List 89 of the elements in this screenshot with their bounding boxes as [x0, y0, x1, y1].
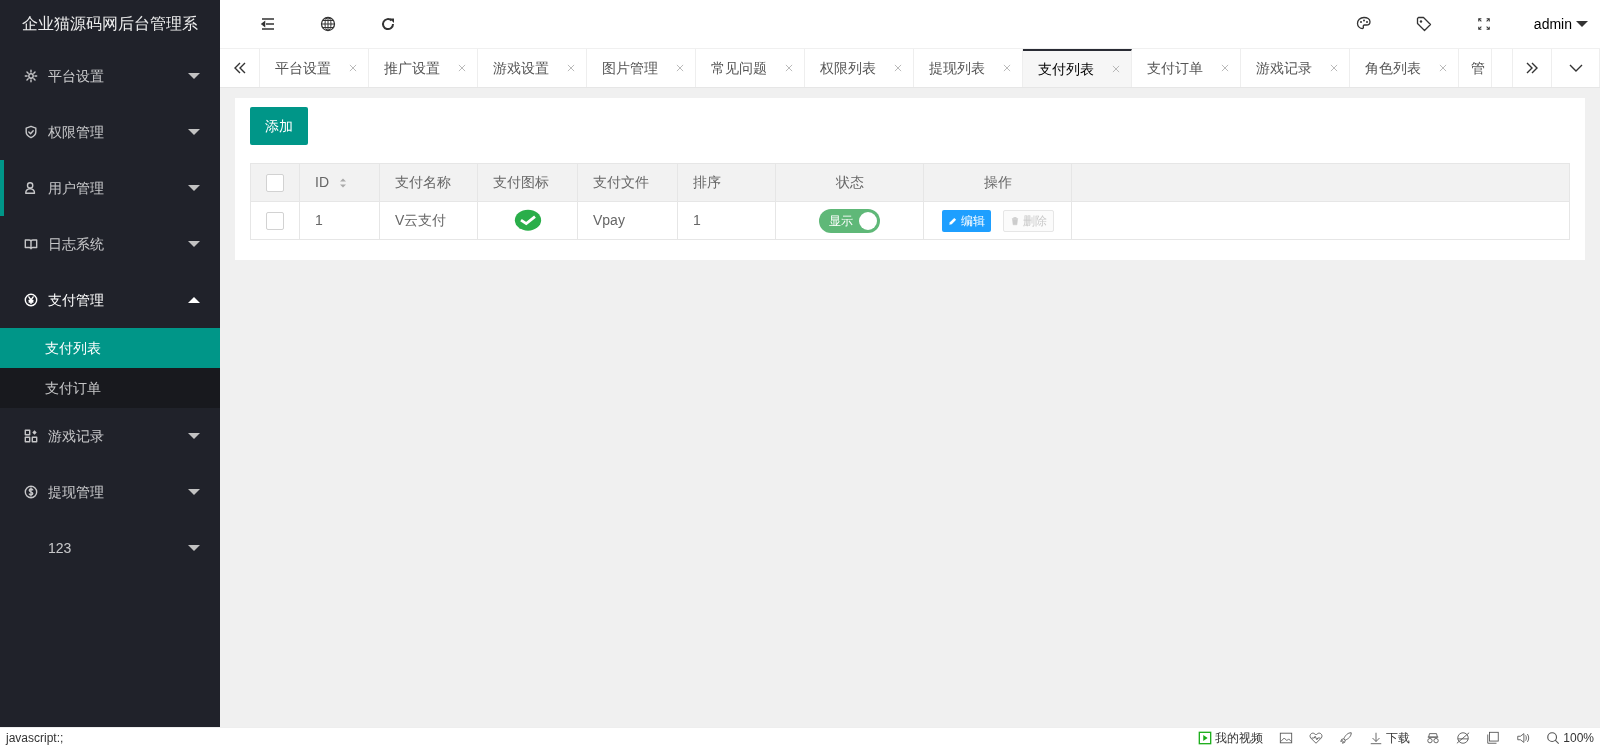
user-menu-button[interactable]: admin	[1513, 0, 1600, 48]
add-button[interactable]: 添加	[250, 107, 308, 145]
sidebar-item[interactable]: 权限管理	[0, 104, 220, 160]
tag-icon	[1415, 16, 1432, 32]
app-title: 企业猫源码网后台管理系	[21, 14, 199, 34]
column-header: 支付名称	[379, 163, 478, 202]
page-tab[interactable]: 常见问题	[696, 49, 805, 87]
page-tab[interactable]: 平台设置	[260, 49, 369, 87]
expand-caret-icon	[188, 73, 200, 79]
close-icon[interactable]	[1438, 63, 1448, 73]
column-header: 操作	[923, 163, 1072, 202]
expand-caret-icon	[188, 545, 200, 551]
gear-icon	[24, 69, 38, 83]
page-tab[interactable]: 支付列表	[1023, 49, 1132, 87]
column-header: ID	[299, 163, 380, 202]
sidebar-item[interactable]: 提现管理	[0, 464, 220, 520]
close-icon[interactable]	[893, 63, 903, 73]
row-checkbox[interactable]	[266, 212, 284, 231]
expand-caret-icon	[188, 241, 200, 247]
shield-icon	[24, 125, 38, 139]
close-icon[interactable]	[1329, 63, 1339, 73]
page-tab[interactable]: 游戏设置	[478, 49, 587, 87]
page-tab[interactable]: 管	[1459, 49, 1492, 87]
window-icon[interactable]	[1486, 730, 1501, 745]
yen-icon	[24, 293, 38, 307]
page-tab[interactable]: 权限列表	[805, 49, 914, 87]
status-bar-label[interactable]: 下载	[1386, 728, 1411, 747]
status-bar-label[interactable]: 100%	[1563, 728, 1594, 747]
sidebar-item[interactable]: 123	[0, 520, 220, 576]
sidebar-item[interactable]: 日志系统	[0, 216, 220, 272]
page-tab[interactable]: 推广设置	[369, 49, 478, 87]
close-icon[interactable]	[457, 63, 467, 73]
rocket-icon[interactable]	[1339, 730, 1354, 745]
trash-icon	[1009, 215, 1020, 226]
speaker-icon[interactable]	[1516, 730, 1531, 745]
globe-icon	[320, 16, 336, 32]
search-icon[interactable]	[1546, 730, 1561, 745]
grid-icon	[24, 429, 38, 443]
column-header: 排序	[677, 163, 776, 202]
page-tab[interactable]: 支付订单	[1132, 49, 1241, 87]
column-header: 状态	[775, 163, 924, 202]
column-header: 支付文件	[577, 163, 678, 202]
sidebar-item[interactable]: 平台设置	[0, 48, 220, 104]
caret-icon	[1576, 21, 1588, 27]
close-icon[interactable]	[1111, 64, 1121, 74]
status-url: javascript:;	[6, 729, 64, 747]
page-tab[interactable]: 角色列表	[1350, 49, 1459, 87]
submenu-item[interactable]: 支付列表	[0, 328, 220, 368]
dollar-icon	[24, 485, 38, 499]
fullscreen-icon	[1476, 17, 1491, 31]
browser-icon[interactable]	[1456, 730, 1471, 745]
close-icon[interactable]	[566, 63, 576, 73]
heart-icon[interactable]	[1309, 730, 1324, 745]
select-all-checkbox[interactable]	[266, 174, 284, 193]
expand-caret-icon	[188, 185, 200, 191]
close-icon[interactable]	[1002, 63, 1012, 73]
close-icon[interactable]	[348, 63, 358, 73]
page-tab[interactable]: 游戏记录	[1241, 49, 1350, 87]
page-tab[interactable]: 图片管理	[587, 49, 696, 87]
download-icon[interactable]	[1369, 730, 1384, 745]
tabs-next-button[interactable]	[1512, 49, 1552, 87]
close-icon[interactable]	[784, 63, 794, 73]
sidebar-item[interactable]: 用户管理	[0, 160, 220, 216]
collapse-caret-icon	[188, 297, 200, 303]
user-icon	[24, 181, 38, 195]
sidebar-item[interactable]: 游戏记录	[0, 408, 220, 464]
close-icon[interactable]	[675, 63, 685, 73]
image-icon[interactable]	[1279, 730, 1294, 745]
book-icon	[24, 237, 38, 251]
submenu-item[interactable]: 支付订单	[0, 368, 220, 408]
expand-caret-icon	[188, 433, 200, 439]
double-right-icon	[1524, 60, 1540, 76]
menu-fold-icon	[260, 16, 276, 32]
column-header: 支付图标	[477, 163, 578, 202]
close-icon[interactable]	[1220, 63, 1230, 73]
table-cell: V云支付	[379, 201, 478, 240]
sort-icon[interactable]	[337, 177, 349, 190]
expand-caret-icon	[188, 489, 200, 495]
table-cell: Vpay	[577, 201, 678, 240]
table-cell: 1	[677, 201, 776, 240]
play-icon[interactable]	[1198, 730, 1213, 745]
pencil-icon	[947, 215, 958, 226]
glasses-icon[interactable]	[1426, 730, 1441, 745]
sidebar-item[interactable]: 支付管理	[0, 272, 220, 328]
status-bar-label[interactable]: 我的视频	[1215, 728, 1264, 747]
expand-caret-icon	[188, 129, 200, 135]
refresh-icon	[380, 16, 396, 32]
table-cell: 1	[299, 201, 380, 240]
palette-icon	[1355, 16, 1372, 32]
